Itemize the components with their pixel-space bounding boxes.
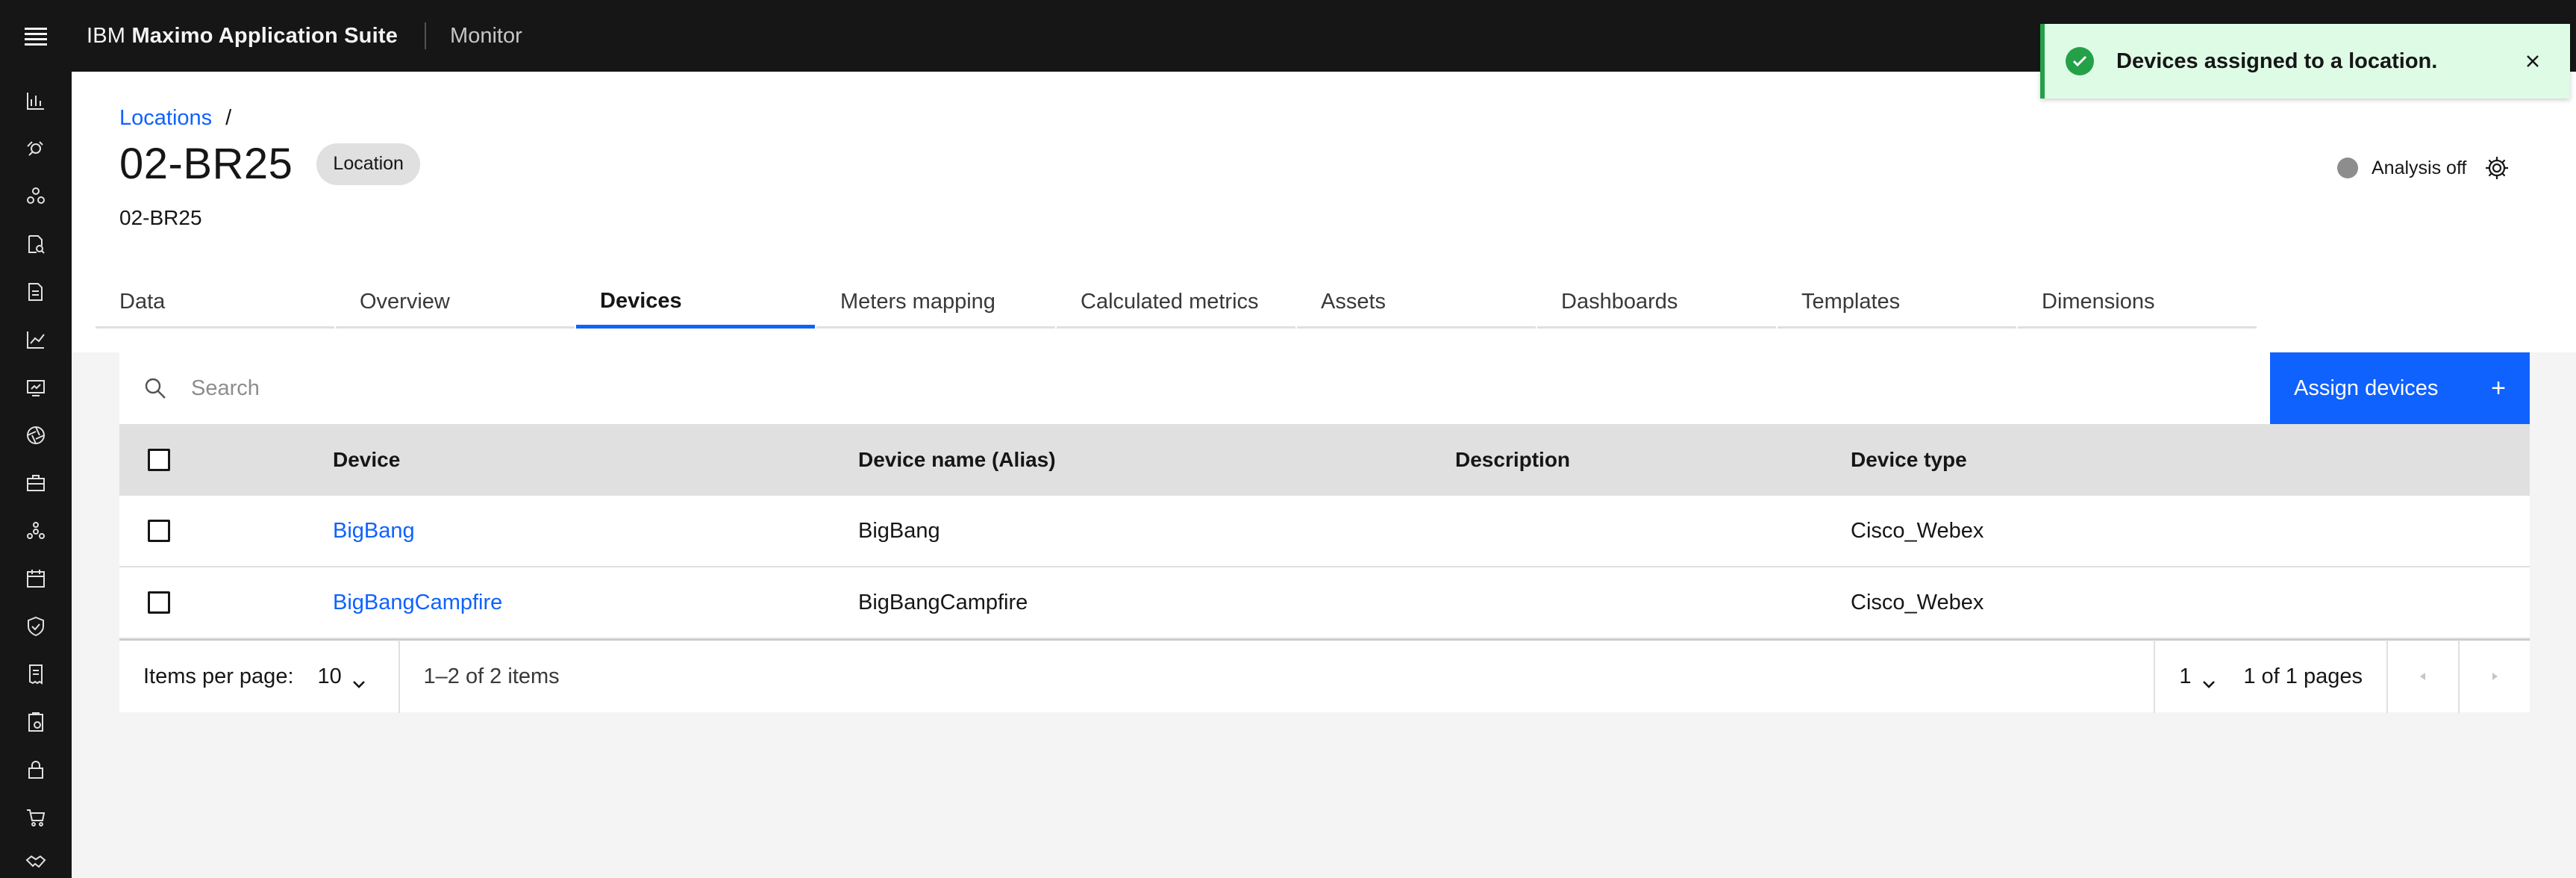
tab-calculated-metrics[interactable]: Calculated metrics	[1057, 278, 1295, 329]
column-header-device-type[interactable]: Device type	[1851, 448, 2530, 472]
header-divider	[425, 22, 427, 49]
page-title: 02-BR25	[119, 140, 293, 188]
table-toolbar: Assign devices +	[119, 352, 2530, 424]
tab-templates[interactable]: Templates	[1778, 278, 2016, 329]
hamburger-icon	[25, 28, 47, 46]
tab-data[interactable]: Data	[96, 278, 334, 329]
assign-devices-button[interactable]: Assign devices +	[2270, 352, 2530, 424]
column-header-alias[interactable]: Device name (Alias)	[858, 448, 1455, 472]
document-search-icon[interactable]	[25, 233, 47, 255]
assign-devices-label: Assign devices	[2294, 376, 2439, 400]
network-icon[interactable]	[25, 185, 47, 208]
next-page-button[interactable]	[2458, 640, 2530, 713]
device-alias: BigBang	[858, 518, 940, 543]
line-chart-icon[interactable]	[25, 329, 47, 351]
chevron-down-icon	[2202, 670, 2215, 688]
calendar-icon[interactable]	[25, 567, 47, 590]
table-header-row: Device Device name (Alias) Description D…	[119, 424, 2530, 496]
checkmark-icon	[2066, 47, 2094, 75]
cart-icon[interactable]	[25, 806, 47, 829]
location-tag: Location	[316, 143, 420, 185]
analysis-status: Analysis off	[2337, 154, 2511, 182]
items-per-page-value: 10	[317, 664, 342, 688]
search-icon	[119, 352, 191, 424]
table-row: BigBang BigBang Cisco_Webex	[119, 496, 2530, 567]
toast-message: Devices assigned to a location.	[2116, 49, 2438, 73]
satellite-icon[interactable]	[25, 137, 47, 160]
close-icon[interactable]	[2510, 39, 2555, 84]
report-icon[interactable]	[25, 281, 47, 303]
tab-devices[interactable]: Devices	[576, 278, 815, 329]
caret-left-icon	[2420, 673, 2425, 680]
tab-overview[interactable]: Overview	[336, 278, 575, 329]
menu-button[interactable]	[0, 0, 72, 72]
breadcrumb: Locations /	[119, 106, 231, 131]
page-subtitle: 02-BR25	[119, 206, 202, 229]
bar-chart-icon[interactable]	[25, 90, 47, 112]
row-checkbox[interactable]	[148, 520, 170, 542]
caret-right-icon	[2492, 673, 2498, 680]
aperture-icon[interactable]	[25, 424, 47, 446]
plus-icon: +	[2491, 373, 2506, 402]
product-name: Monitor	[450, 23, 522, 48]
items-per-page-label: Items per page:	[143, 664, 294, 688]
tab-meters-mapping[interactable]: Meters mapping	[816, 278, 1055, 329]
device-type: Cisco_Webex	[1851, 518, 1984, 543]
clipboard-icon[interactable]	[25, 711, 47, 733]
hierarchy-icon[interactable]	[25, 520, 47, 542]
column-header-description[interactable]: Description	[1455, 448, 1851, 472]
analysis-label: Analysis off	[2372, 157, 2467, 178]
device-link[interactable]: BigBangCampfire	[333, 591, 858, 615]
device-type: Cisco_Webex	[1851, 590, 1984, 614]
lock-icon[interactable]	[25, 759, 47, 781]
side-rail	[0, 72, 72, 878]
devices-table: Device Device name (Alias) Description D…	[119, 424, 2530, 639]
brand-prefix: IBM	[87, 23, 126, 48]
total-pages-text: 1 of 1 pages	[2243, 664, 2363, 688]
page-number-select[interactable]: 1	[2154, 640, 2231, 713]
column-header-device[interactable]: Device	[333, 448, 858, 472]
device-link[interactable]: BigBang	[333, 519, 858, 544]
pagination-bar: Items per page: 10 1–2 of 2 items 1 1 of…	[119, 639, 2530, 713]
brand-name: Maximo Application Suite	[131, 23, 398, 48]
select-all-checkbox[interactable]	[148, 449, 170, 471]
search-input[interactable]	[191, 352, 2270, 424]
breadcrumb-separator: /	[225, 106, 232, 130]
brand-title[interactable]: IBM Maximo Application Suite	[72, 24, 398, 49]
table-row: BigBangCampfire BigBangCampfire Cisco_We…	[119, 567, 2530, 639]
tab-bar: Data Overview Devices Meters mapping Cal…	[96, 278, 2258, 329]
tab-assets[interactable]: Assets	[1297, 278, 1536, 329]
row-checkbox[interactable]	[148, 591, 170, 614]
screen-icon[interactable]	[25, 376, 47, 399]
handshake-icon[interactable]	[25, 851, 47, 874]
settings-gear-icon[interactable]	[2483, 154, 2511, 182]
items-per-page-select[interactable]: 10	[318, 640, 400, 713]
chevron-down-icon	[352, 670, 365, 688]
briefcase-icon[interactable]	[25, 472, 47, 494]
page-number-value: 1	[2179, 664, 2192, 688]
receipt-icon[interactable]	[25, 663, 47, 685]
breadcrumb-locations-link[interactable]: Locations	[119, 106, 212, 131]
item-range-text: 1–2 of 2 items	[423, 664, 560, 688]
title-row: 02-BR25 Location	[119, 139, 420, 189]
previous-page-button[interactable]	[2386, 640, 2458, 713]
tab-dashboards[interactable]: Dashboards	[1537, 278, 1776, 329]
status-dot-icon	[2337, 158, 2358, 178]
shield-icon[interactable]	[25, 615, 47, 638]
device-alias: BigBangCampfire	[858, 590, 1028, 614]
success-toast: Devices assigned to a location.	[2040, 24, 2570, 99]
tab-dimensions[interactable]: Dimensions	[2018, 278, 2257, 329]
